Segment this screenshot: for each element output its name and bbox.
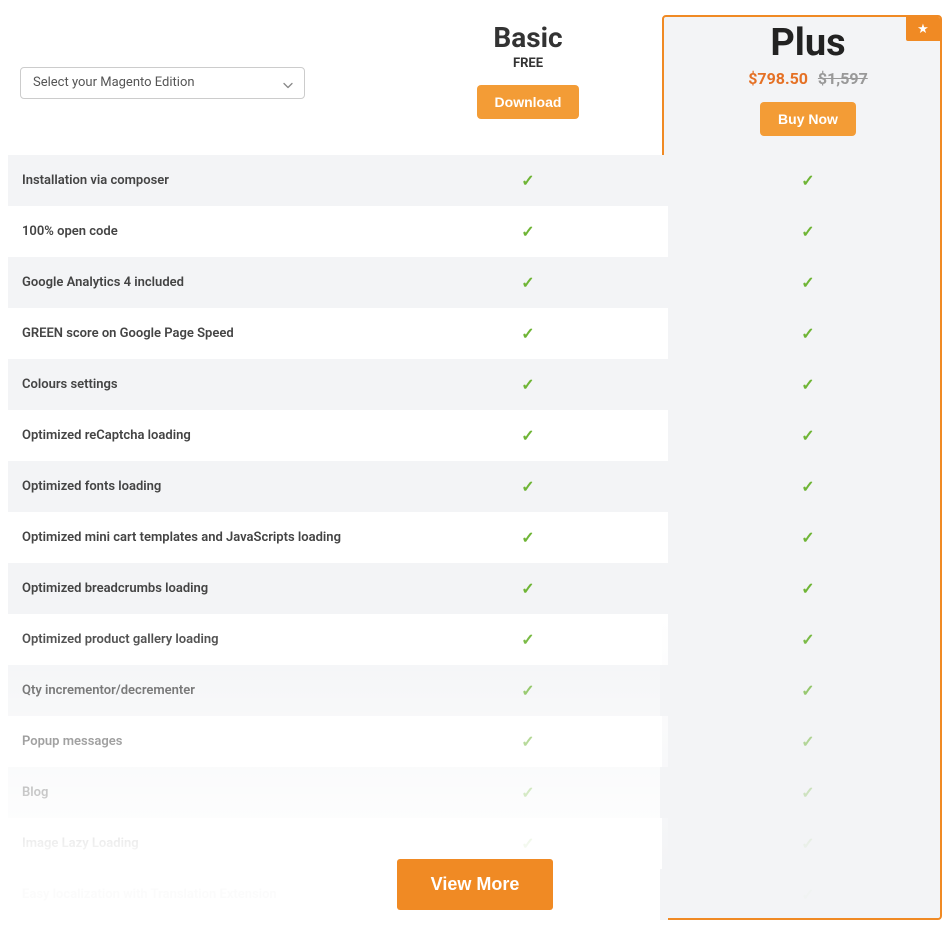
check-icon: ✓ <box>801 630 814 649</box>
feature-row: Optimized mini cart templates and JavaSc… <box>8 512 942 563</box>
plan-plus-title: Plus <box>668 23 948 65</box>
feature-basic-cell: ✓ <box>388 767 668 818</box>
feature-plus-cell: ✓ <box>668 206 948 257</box>
check-icon: ✓ <box>521 171 534 190</box>
feature-label: Optimized fonts loading <box>8 461 388 512</box>
feature-basic-cell: ✓ <box>388 716 668 767</box>
feature-label: Popup messages <box>8 716 388 767</box>
feature-row: Optimized product gallery loading ✓ ✓ <box>8 614 942 665</box>
check-icon: ✓ <box>801 579 814 598</box>
plan-basic-subtitle: FREE <box>388 56 668 71</box>
plan-basic-title: Basic <box>388 23 668 54</box>
feature-basic-cell: ✓ <box>388 308 668 359</box>
check-icon: ✓ <box>801 783 814 802</box>
feature-plus-cell: ✓ <box>668 767 948 818</box>
magento-edition-select[interactable]: Select your Magento Edition <box>20 67 305 99</box>
feature-basic-cell: ✓ <box>388 206 668 257</box>
feature-basic-cell: ✓ <box>388 563 668 614</box>
feature-row: Qty incrementor/decrementer ✓ ✓ <box>8 665 942 716</box>
feature-plus-cell: ✓ <box>668 155 948 206</box>
check-icon: ✓ <box>521 375 534 394</box>
check-icon: ✓ <box>521 630 534 649</box>
check-icon: ✓ <box>801 426 814 445</box>
feature-label: 100% open code <box>8 206 388 257</box>
feature-basic-cell: ✓ <box>388 461 668 512</box>
feature-row: Optimized reCaptcha loading ✓ ✓ <box>8 410 942 461</box>
feature-row: Optimized breadcrumbs loading ✓ ✓ <box>8 563 942 614</box>
feature-basic-cell: ✓ <box>388 665 668 716</box>
feature-row: Blog ✓ ✓ <box>8 767 942 818</box>
feature-label: GREEN score on Google Page Speed <box>8 308 388 359</box>
feature-label: Colours settings <box>8 359 388 410</box>
feature-plus-cell: ✓ <box>668 410 948 461</box>
feature-label: Google Analytics 4 included <box>8 257 388 308</box>
feature-row: Popup messages ✓ ✓ <box>8 716 942 767</box>
feature-label: Installation via composer <box>8 155 388 206</box>
feature-plus-cell: ✓ <box>668 716 948 767</box>
feature-row: 100% open code ✓ ✓ <box>8 206 942 257</box>
check-icon: ✓ <box>801 834 814 853</box>
check-icon: ✓ <box>521 477 534 496</box>
view-more-button[interactable]: View More <box>397 859 554 910</box>
check-icon: ✓ <box>801 273 814 292</box>
check-icon: ✓ <box>801 477 814 496</box>
check-icon: ✓ <box>521 834 534 853</box>
check-icon: ✓ <box>801 222 814 241</box>
feature-row: Colours settings ✓ ✓ <box>8 359 942 410</box>
check-icon: ✓ <box>521 579 534 598</box>
check-icon: ✓ <box>801 528 814 547</box>
feature-basic-cell: ✓ <box>388 614 668 665</box>
check-icon: ✓ <box>521 324 534 343</box>
feature-row: GREEN score on Google Page Speed ✓ ✓ <box>8 308 942 359</box>
feature-row: Optimized fonts loading ✓ ✓ <box>8 461 942 512</box>
feature-table: Installation via composer✓✓100% open cod… <box>8 155 942 920</box>
check-icon: ✓ <box>801 375 814 394</box>
feature-basic-cell: ✓ <box>388 410 668 461</box>
feature-plus-cell: ✓ <box>668 461 948 512</box>
feature-plus-cell: ✓ <box>668 614 948 665</box>
check-icon: ✓ <box>521 528 534 547</box>
check-icon: ✓ <box>801 681 814 700</box>
feature-basic-cell: ✓ <box>388 257 668 308</box>
check-icon: ✓ <box>521 783 534 802</box>
feature-row: Installation via composer ✓ ✓ <box>8 155 942 206</box>
price-old: $1,597 <box>818 69 868 88</box>
check-icon: ✓ <box>801 171 814 190</box>
check-icon: ✓ <box>521 222 534 241</box>
feature-label: Optimized mini cart templates and JavaSc… <box>8 512 388 563</box>
price-current: $798.50 <box>748 69 808 88</box>
check-icon: ✓ <box>521 732 534 751</box>
feature-plus-cell: ✓ <box>668 563 948 614</box>
feature-basic-cell: ✓ <box>388 155 668 206</box>
check-icon: ✓ <box>801 732 814 751</box>
feature-label: Optimized breadcrumbs loading <box>8 563 388 614</box>
feature-plus-cell: ✓ <box>668 512 948 563</box>
feature-plus-cell: ✓ <box>668 359 948 410</box>
feature-plus-cell: ✓ <box>668 665 948 716</box>
check-icon: ✓ <box>801 324 814 343</box>
feature-label: Optimized reCaptcha loading <box>8 410 388 461</box>
check-icon: ✓ <box>521 426 534 445</box>
download-button[interactable]: Download <box>477 85 580 119</box>
feature-label: Blog <box>8 767 388 818</box>
feature-row: Google Analytics 4 included ✓ ✓ <box>8 257 942 308</box>
feature-label: Optimized product gallery loading <box>8 614 388 665</box>
plan-plus-price: $798.50 $1,597 <box>668 69 948 88</box>
feature-plus-cell: ✓ <box>668 257 948 308</box>
feature-label: Qty incrementor/decrementer <box>8 665 388 716</box>
buy-now-button[interactable]: Buy Now <box>760 102 856 136</box>
check-icon: ✓ <box>521 273 534 292</box>
feature-plus-cell: ✓ <box>668 308 948 359</box>
feature-basic-cell: ✓ <box>388 359 668 410</box>
feature-basic-cell: ✓ <box>388 512 668 563</box>
check-icon: ✓ <box>521 681 534 700</box>
